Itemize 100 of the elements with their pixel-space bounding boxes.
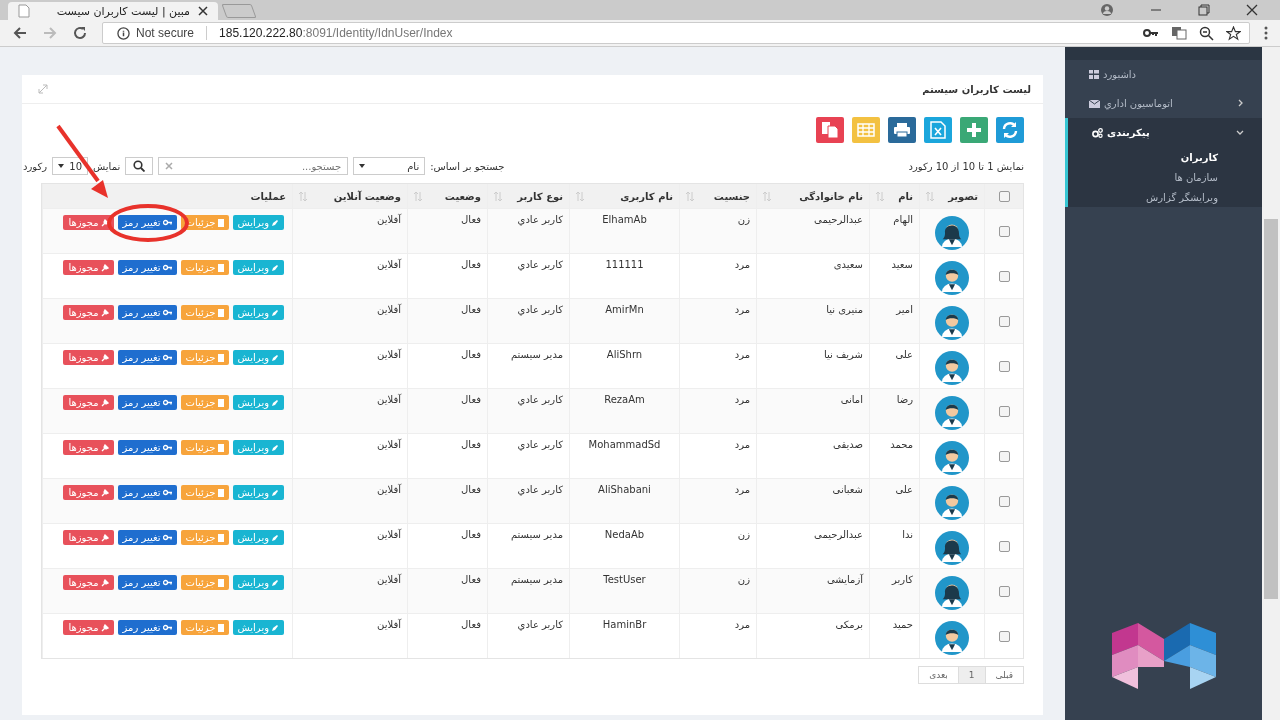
forward-icon[interactable] [42, 25, 58, 41]
password-button[interactable]: تغییر رمز [117, 215, 177, 230]
column-header[interactable]: جنسیت [713, 190, 750, 202]
pdf-button[interactable] [816, 117, 844, 143]
row-checkbox[interactable] [998, 630, 1010, 642]
password-button[interactable]: تغییر رمز [117, 485, 177, 500]
select-all-checkbox[interactable] [998, 190, 1010, 202]
refresh-button[interactable] [996, 117, 1024, 143]
password-button[interactable]: تغییر رمز [117, 305, 177, 320]
translate-icon[interactable] [1171, 26, 1187, 40]
close-icon[interactable] [198, 6, 208, 16]
row-checkbox[interactable] [998, 360, 1010, 372]
table-cell: شعبانی [832, 484, 863, 495]
search-button[interactable] [125, 157, 154, 175]
scrollbar[interactable] [1262, 47, 1280, 720]
reload-icon[interactable] [72, 25, 88, 41]
pagination-button[interactable]: بعدی [918, 666, 959, 684]
table-cell: مرد [734, 304, 750, 315]
star-icon[interactable] [1226, 25, 1241, 41]
search-field[interactable]: جستجو... [158, 157, 349, 175]
row-checkbox[interactable] [998, 450, 1010, 462]
password-button[interactable]: تغییر رمز [117, 395, 177, 410]
expand-icon[interactable] [38, 84, 48, 94]
column-header[interactable]: نام کاربری [620, 190, 673, 202]
table-cell: زن [737, 529, 750, 540]
row-checkbox[interactable] [998, 540, 1010, 552]
search-by-select[interactable]: نام [353, 157, 426, 175]
pencil-icon [271, 353, 279, 362]
permissions-button[interactable]: مجوزها [63, 395, 114, 410]
column-header[interactable]: وضعیت [444, 190, 481, 202]
permissions-button[interactable]: مجوزها [63, 305, 114, 320]
key-icon [162, 444, 172, 451]
print-icon [893, 122, 911, 138]
column-header[interactable]: نام [898, 190, 913, 202]
pagination-button[interactable]: قبلی [984, 666, 1024, 684]
address-field[interactable]: 185.120.222.80:8091/Identity/IdnUser/Index [219, 26, 453, 40]
add-button[interactable] [960, 117, 988, 143]
sort-icon[interactable] [494, 191, 502, 201]
row-checkbox[interactable] [998, 585, 1010, 597]
chevron-right-icon [1238, 99, 1244, 107]
permissions-button[interactable]: مجوزها [63, 620, 114, 635]
column-header[interactable]: نام خانوادگی [799, 190, 863, 202]
password-button[interactable]: تغییر رمز [117, 350, 177, 365]
table-cell: فعال [461, 484, 481, 495]
sort-icon[interactable] [763, 191, 771, 201]
permissions-button[interactable]: مجوزها [63, 575, 114, 590]
password-button[interactable]: تغییر رمز [117, 440, 177, 455]
table-cell: برمکی [835, 619, 863, 630]
column-header[interactable]: عملیات [250, 190, 286, 202]
sidebar-subitem[interactable]: ویرایشگر گزارش [1065, 187, 1262, 207]
zoom-out-icon[interactable] [1199, 25, 1214, 41]
back-icon[interactable] [12, 25, 28, 41]
profile-icon[interactable] [1100, 3, 1114, 17]
new-tab-button[interactable] [221, 4, 257, 18]
browser-tab[interactable]: مبین | لیست کاربران سیست [8, 2, 218, 20]
clear-icon[interactable] [165, 162, 174, 170]
permissions-button[interactable]: مجوزها [63, 440, 114, 455]
permissions-button[interactable]: مجوزها [63, 530, 114, 545]
grid-button[interactable] [852, 117, 880, 143]
sidebar-subitem[interactable]: سازمان ها [1065, 167, 1262, 187]
sidebar-item[interactable]: پیکربندی [1065, 118, 1262, 147]
permissions-button[interactable]: مجوزها [63, 485, 114, 500]
sort-icon[interactable] [876, 191, 884, 201]
print-button[interactable] [888, 117, 916, 143]
excel-button[interactable] [924, 117, 952, 143]
row-checkbox[interactable] [998, 405, 1010, 417]
show-label: نمایش [93, 160, 121, 172]
table-cell: MohammadSd [588, 439, 661, 450]
permissions-button[interactable]: مجوزها [63, 260, 114, 275]
close-icon[interactable] [1246, 4, 1258, 16]
sort-icon[interactable] [686, 191, 694, 201]
row-checkbox[interactable] [998, 270, 1010, 282]
column-header[interactable]: نوع کاربر [517, 190, 563, 202]
sort-icon[interactable] [576, 191, 584, 201]
column-header[interactable]: تصویر [948, 190, 978, 202]
password-button[interactable]: تغییر رمز [117, 620, 177, 635]
sidebar-item[interactable]: داشبورد [1065, 60, 1262, 89]
sort-icon[interactable] [926, 191, 934, 201]
column-header[interactable]: وضعیت آنلاین [333, 190, 401, 202]
page-size-select[interactable]: 10 [52, 157, 89, 175]
restore-icon[interactable] [1198, 4, 1210, 16]
sidebar-subitem[interactable]: کاربران [1065, 147, 1262, 167]
row-checkbox[interactable] [998, 495, 1010, 507]
table-cell: فعال [461, 214, 481, 225]
sort-icon[interactable] [299, 191, 307, 201]
row-checkbox[interactable] [998, 315, 1010, 327]
info-icon[interactable] [117, 26, 130, 40]
row-checkbox[interactable] [998, 225, 1010, 237]
permissions-button[interactable]: مجوزها [63, 215, 114, 230]
password-button[interactable]: تغییر رمز [117, 530, 177, 545]
permissions-button[interactable]: مجوزها [63, 350, 114, 365]
sidebar-item[interactable]: اتوماسیون اداري [1065, 89, 1262, 118]
password-button[interactable]: تغییر رمز [117, 260, 177, 275]
menu-icon[interactable] [1264, 26, 1268, 40]
pagination-button[interactable]: 1 [957, 666, 986, 684]
password-button[interactable]: تغییر رمز [117, 575, 177, 590]
pencil-icon [271, 578, 279, 587]
sort-icon[interactable] [414, 191, 422, 201]
key-icon[interactable] [1143, 28, 1159, 38]
file-icon [217, 353, 224, 362]
